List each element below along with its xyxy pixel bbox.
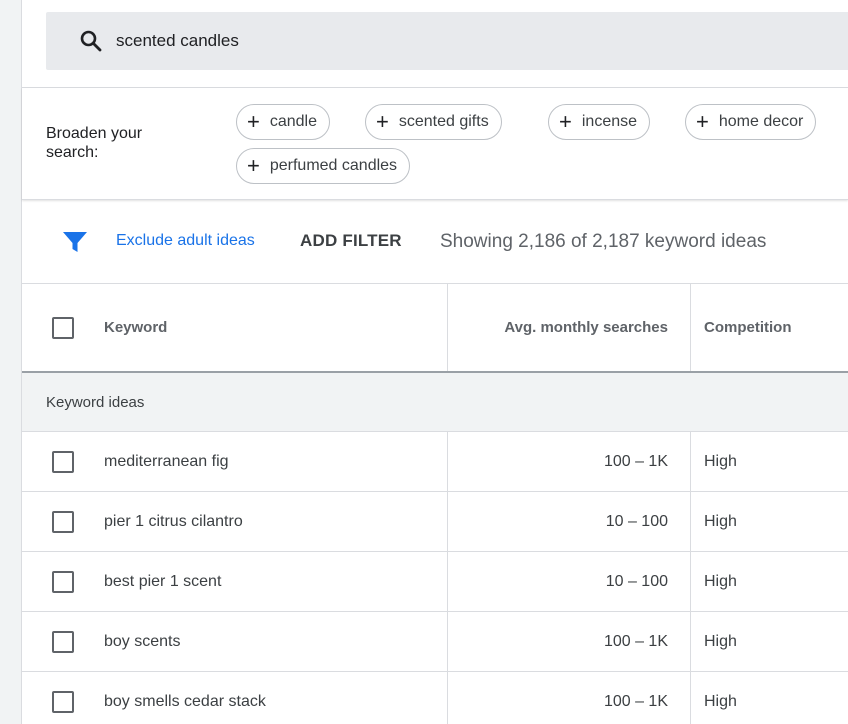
broaden-chip-incense[interactable]: + incense [548,104,651,140]
row-checkbox[interactable] [52,450,74,473]
row-checkbox-cell [52,552,76,611]
table-row[interactable]: best pier 1 scent 10 – 100 High [22,552,848,612]
header-keyword[interactable]: Keyword [104,284,444,371]
left-rail [0,0,22,724]
keyword-cell: boy scents [104,632,181,650]
search-area: scented candles [22,0,848,88]
plus-icon: + [696,109,709,134]
table-header: Keyword Avg. monthly searches Competitio… [22,284,848,373]
competition-cell: High [704,452,737,470]
keyword-cell: mediterranean fig [104,452,229,470]
row-checkbox[interactable] [52,570,74,593]
searches-cell: 100 – 1K [447,672,691,724]
keyword-planner-panel: scented candles Broaden your search: + c… [22,0,848,724]
filter-icon[interactable] [62,230,88,254]
table-row[interactable]: boy smells cedar stack 100 – 1K High [22,672,848,724]
table-row[interactable]: mediterranean fig 100 – 1K High [22,432,848,492]
row-checkbox[interactable] [52,630,74,653]
searches-cell: 10 – 100 [447,552,691,611]
row-checkbox-cell [52,492,76,551]
competition-cell: High [704,512,737,530]
group-row-keyword-ideas: Keyword ideas [22,373,848,432]
search-input[interactable]: scented candles [46,12,848,70]
keyword-cell: boy smells cedar stack [104,692,266,710]
broaden-chip-candle[interactable]: + candle [236,104,331,140]
keyword-cell: pier 1 citrus cilantro [104,512,243,530]
select-all-cell [52,284,76,371]
plus-icon: + [559,109,572,134]
competition-cell: High [704,692,737,710]
broaden-search-section: Broaden your search: + candle + scented … [22,88,848,200]
select-all-checkbox[interactable] [52,316,74,339]
keyword-table: Keyword Avg. monthly searches Competitio… [22,284,848,724]
broaden-label: Broaden your search: [46,125,143,161]
row-checkbox[interactable] [52,510,74,533]
searches-cell: 100 – 1K [447,612,691,671]
row-checkbox[interactable] [52,690,74,713]
chip-label: candle [269,113,318,130]
row-checkbox-cell [52,612,76,671]
table-row[interactable]: pier 1 citrus cilantro 10 – 100 High [22,492,848,552]
search-icon [78,28,104,54]
header-avg-monthly-searches[interactable]: Avg. monthly searches [447,284,691,371]
chip-label: perfumed candles [269,157,398,174]
search-query-text: scented candles [116,31,239,50]
chip-label: home decor [718,113,804,130]
header-competition[interactable]: Competition [704,284,848,371]
keyword-count-text: Showing 2,186 of 2,187 keyword ideas [440,231,767,252]
row-checkbox-cell [52,432,76,491]
group-label: Keyword ideas [46,393,145,411]
broaden-chip-perfumed-candles[interactable]: + perfumed candles [236,148,411,184]
broaden-chip-home-decor[interactable]: + home decor [685,104,817,140]
plus-icon: + [247,153,260,178]
plus-icon: + [247,109,260,134]
chip-label: incense [581,113,638,130]
exclude-adult-ideas-link[interactable]: Exclude adult ideas [116,232,255,250]
chip-label: scented gifts [398,113,489,130]
row-checkbox-cell [52,672,76,724]
searches-cell: 10 – 100 [447,492,691,551]
broaden-chip-scented-gifts[interactable]: + scented gifts [365,104,502,140]
filter-bar: Exclude adult ideas ADD FILTER Showing 2… [22,200,848,284]
plus-icon: + [376,109,389,134]
competition-cell: High [704,572,737,590]
searches-cell: 100 – 1K [447,432,691,491]
competition-cell: High [704,632,737,650]
table-row[interactable]: boy scents 100 – 1K High [22,612,848,672]
add-filter-button[interactable]: ADD FILTER [300,231,402,251]
keyword-cell: best pier 1 scent [104,572,222,590]
